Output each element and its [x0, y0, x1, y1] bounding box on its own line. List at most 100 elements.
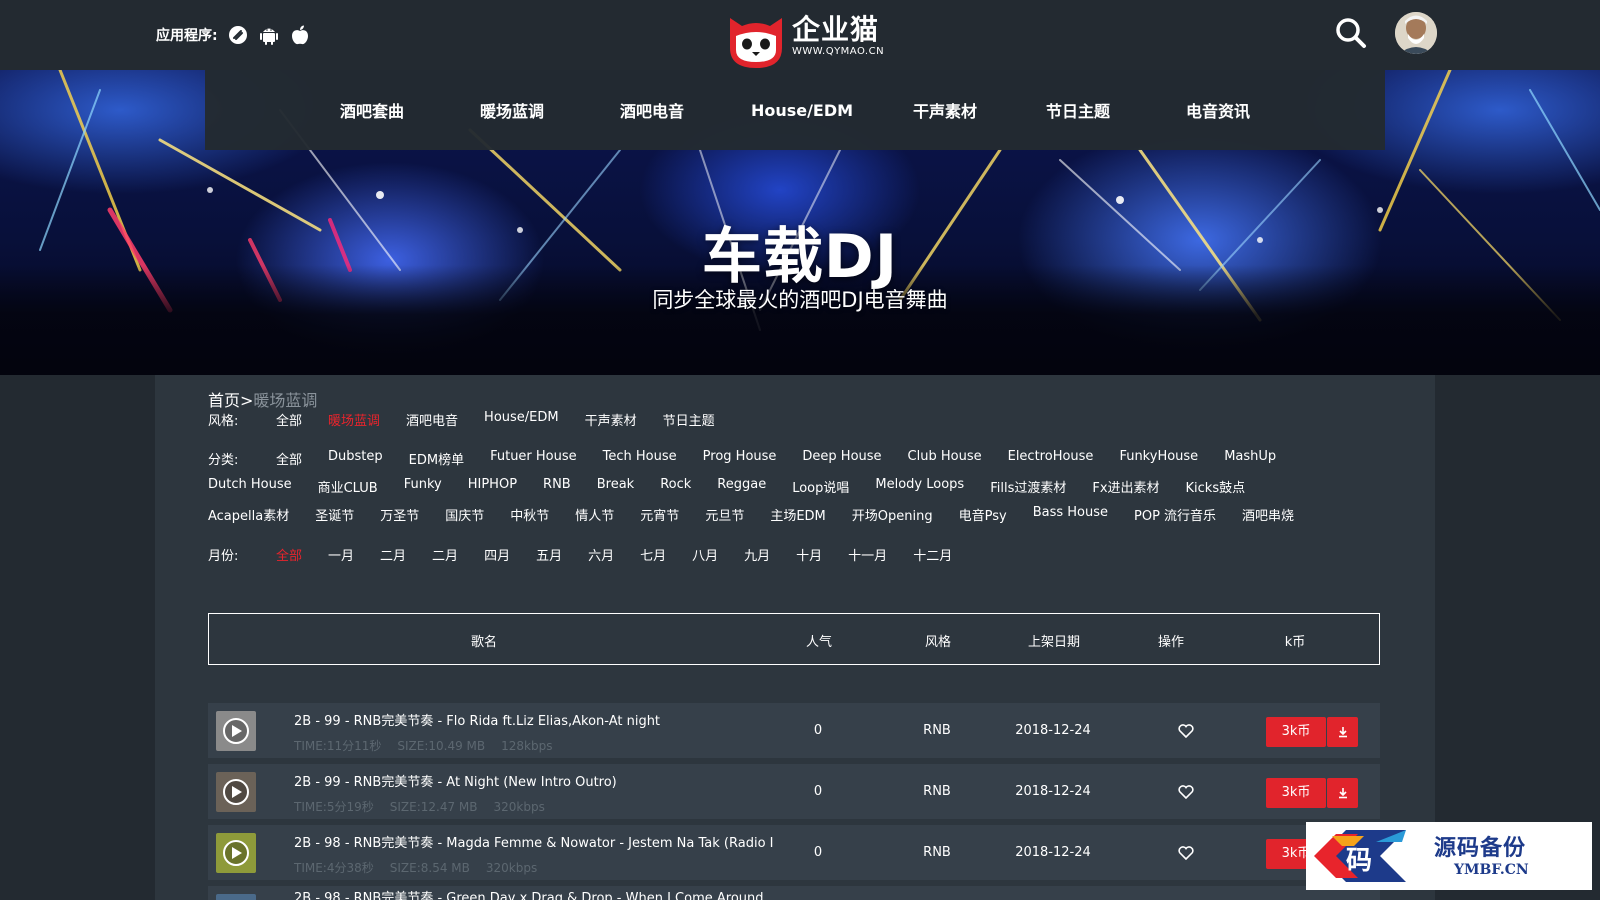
category-option[interactable]: ElectroHouse [1008, 449, 1094, 468]
category-option[interactable]: 全部 [276, 449, 302, 468]
category-option[interactable]: EDM榜单 [409, 449, 464, 468]
category-option[interactable]: Bass House [1033, 505, 1108, 524]
category-option[interactable]: Loop说唱 [792, 477, 849, 496]
play-icon[interactable] [223, 718, 249, 744]
track-cover[interactable] [216, 894, 256, 900]
month-option[interactable]: 八月 [692, 545, 718, 564]
category-option[interactable]: Fx进出素材 [1092, 477, 1159, 496]
category-option[interactable]: Kicks鼓点 [1186, 477, 1246, 496]
category-option[interactable]: 元宵节 [640, 505, 679, 524]
category-option[interactable]: 国庆节 [445, 505, 484, 524]
track-size: SIZE:8.54 MB [389, 861, 470, 875]
category-option[interactable]: 元旦节 [705, 505, 744, 524]
site-logo[interactable]: 企业猫 WWW.QYMAO.CN [726, 14, 884, 70]
category-option[interactable]: 开场Opening [852, 505, 933, 524]
category-option[interactable]: Acapella素材 [208, 505, 289, 524]
top-bar: 应用程序: 企业猫 WWW.QYMAO.CN [0, 0, 1600, 70]
month-option[interactable]: 十月 [796, 545, 822, 564]
month-option[interactable]: 四月 [484, 545, 510, 564]
month-option[interactable]: 二月 [380, 545, 406, 564]
category-option[interactable]: 万圣节 [380, 505, 419, 524]
style-option-nuanchang-landiao[interactable]: 暖场蓝调 [328, 410, 380, 429]
download-icon[interactable] [1327, 717, 1358, 747]
buy-kcoin-button[interactable]: 3k币 [1266, 778, 1326, 808]
favorite-heart-icon[interactable] [1178, 784, 1194, 803]
style-option-all[interactable]: 全部 [276, 410, 302, 429]
style-option-gansheng-sucai[interactable]: 干声素材 [585, 410, 637, 429]
nav-item-jiuba-dianyin[interactable]: 酒吧电音 [582, 98, 722, 122]
category-option[interactable]: Club House [908, 449, 982, 468]
buy-kcoin-button[interactable]: 3k币 [1266, 717, 1326, 747]
month-option[interactable]: 一月 [328, 545, 354, 564]
category-option[interactable]: Futuer House [490, 449, 577, 468]
style-option-jieri-zhuti[interactable]: 节日主题 [663, 410, 715, 429]
logo-title: 企业猫 [792, 13, 880, 46]
category-option[interactable]: Reggae [717, 477, 766, 496]
watermark-badge: 码 源码备份 YMBF.CN [1306, 822, 1592, 890]
play-icon[interactable] [223, 840, 249, 866]
month-option-all[interactable]: 全部 [276, 545, 302, 564]
favorite-heart-icon[interactable] [1178, 723, 1194, 742]
category-option[interactable]: Dubstep [328, 449, 383, 468]
download-icon[interactable] [1327, 778, 1358, 808]
category-option[interactable]: HIPHOP [468, 477, 517, 496]
month-option[interactable]: 五月 [536, 545, 562, 564]
track-row[interactable]: 2B - 99 - RNB完美节奏 - Flo Rida ft.Liz Elia… [208, 703, 1380, 758]
category-option[interactable]: FunkyHouse [1119, 449, 1198, 468]
track-title[interactable]: 2B - 99 - RNB完美节奏 - At Night (New Intro … [294, 771, 774, 790]
category-option[interactable]: Dutch House [208, 477, 292, 496]
month-option[interactable]: 七月 [640, 545, 666, 564]
category-option[interactable]: 情人节 [575, 505, 614, 524]
category-option[interactable]: 主场EDM [770, 505, 825, 524]
favorite-heart-icon[interactable] [1178, 845, 1194, 864]
nav-item-nuanchang-landiao[interactable]: 暖场蓝调 [442, 98, 582, 122]
breadcrumb: 首页>暖场蓝调 [208, 387, 317, 411]
category-option[interactable]: Rock [660, 477, 691, 496]
category-option[interactable]: Fills过渡素材 [990, 477, 1066, 496]
track-cover[interactable] [216, 833, 256, 873]
category-option[interactable]: POP 流行音乐 [1134, 505, 1216, 524]
track-row[interactable]: 2B - 98 - RNB完美节奏 - Magda Femme & Nowato… [208, 825, 1380, 880]
category-option[interactable]: 电音Psy [959, 505, 1007, 524]
category-option[interactable]: Tech House [603, 449, 677, 468]
track-title[interactable]: 2B - 98 - RNB完美节奏 - Magda Femme & Nowato… [294, 832, 774, 851]
category-option[interactable]: Melody Loops [875, 477, 964, 496]
play-icon[interactable] [223, 779, 249, 805]
user-avatar[interactable] [1395, 12, 1437, 54]
track-title[interactable]: 2B - 98 - RNB完美节奏 - Green Day x Drag & D… [294, 887, 774, 900]
track-row[interactable]: 2B - 98 - RNB完美节奏 - Green Day x Drag & D… [208, 886, 1380, 900]
category-option[interactable]: Break [597, 477, 634, 496]
month-filter: 月份: 全部 一月 二月 二月 四月 五月 六月 七月 八月 九月 十月 十一月… [208, 545, 978, 564]
nav-item-jieri-zhuti[interactable]: 节日主题 [1008, 98, 1148, 122]
web-icon[interactable] [227, 24, 249, 46]
track-cover[interactable] [216, 711, 256, 751]
category-option[interactable]: 酒吧串烧 [1242, 505, 1294, 524]
category-option[interactable]: Prog House [703, 449, 777, 468]
track-title[interactable]: 2B - 99 - RNB完美节奏 - Flo Rida ft.Liz Elia… [294, 710, 774, 729]
cat-logo-icon [730, 18, 782, 68]
category-option[interactable]: 商业CLUB [318, 477, 378, 496]
style-option-house-edm[interactable]: House/EDM [484, 410, 559, 429]
month-option[interactable]: 九月 [744, 545, 770, 564]
category-option[interactable]: Deep House [802, 449, 881, 468]
nav-item-jiuba-taoqu[interactable]: 酒吧套曲 [302, 98, 442, 122]
category-option[interactable]: MashUp [1224, 449, 1276, 468]
search-icon[interactable] [1334, 16, 1368, 50]
breadcrumb-home[interactable]: 首页 [208, 391, 240, 410]
track-cover[interactable] [216, 772, 256, 812]
category-option[interactable]: 圣诞节 [315, 505, 354, 524]
android-icon[interactable] [258, 24, 280, 46]
nav-item-gansheng-sucai[interactable]: 干声素材 [882, 98, 1008, 122]
nav-item-house-edm[interactable]: House/EDM [722, 101, 882, 120]
month-option[interactable]: 六月 [588, 545, 614, 564]
month-option[interactable]: 二月 [432, 545, 458, 564]
category-option[interactable]: RNB [543, 477, 571, 496]
category-option[interactable]: Funky [404, 477, 442, 496]
apple-icon[interactable] [289, 24, 311, 46]
style-option-jiuba-dianyin[interactable]: 酒吧电音 [406, 410, 458, 429]
track-row[interactable]: 2B - 99 - RNB完美节奏 - At Night (New Intro … [208, 764, 1380, 819]
month-option[interactable]: 十一月 [848, 545, 887, 564]
month-option[interactable]: 十二月 [913, 545, 952, 564]
category-option[interactable]: 中秋节 [510, 505, 549, 524]
nav-item-dianyin-zixun[interactable]: 电音资讯 [1148, 98, 1288, 122]
